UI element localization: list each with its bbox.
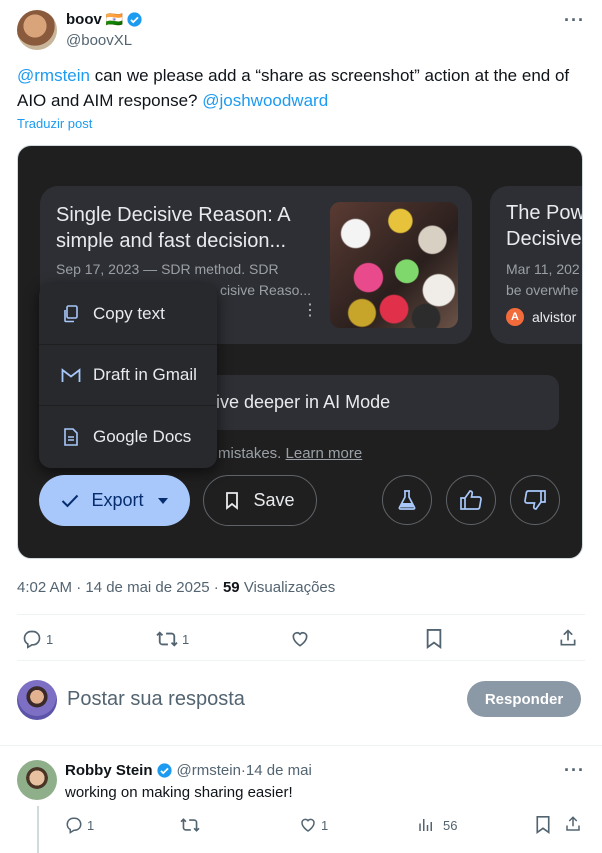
views-count: 59	[222, 579, 240, 596]
thumbs-down-button[interactable]	[510, 475, 560, 525]
author-display-name[interactable]: boov	[66, 11, 102, 28]
flag-emoji: 🇮🇳	[105, 11, 124, 27]
reply-share-action[interactable]	[564, 815, 586, 833]
docs-icon	[61, 427, 81, 447]
flask-icon	[398, 490, 416, 510]
reply-reply-count: 1	[87, 817, 95, 833]
reply-views-count: 56	[443, 817, 458, 833]
disclaimer-text: mistakes.	[218, 445, 286, 462]
check-icon	[62, 494, 79, 507]
menu-draft-gmail[interactable]: Draft in Gmail	[39, 345, 217, 406]
reply-input[interactable]: Postar sua resposta	[67, 688, 457, 711]
reply-thread-line	[37, 806, 39, 853]
menu-google-docs[interactable]: Google Docs	[39, 406, 217, 467]
bookmark-action[interactable]	[425, 629, 447, 649]
dive-deeper-label: ive deeper in AI Mode	[216, 392, 391, 412]
author-handle[interactable]: @boovXL	[66, 32, 132, 49]
dropdown-arrow-icon	[157, 497, 168, 504]
reply-like-count: 1	[321, 817, 329, 833]
reply-button[interactable]: Responder	[467, 681, 581, 717]
repost-icon	[180, 818, 200, 832]
menu-google-docs-label: Google Docs	[93, 426, 192, 446]
thumbs-up-button[interactable]	[446, 475, 496, 525]
reply-like-action[interactable]: 1	[299, 816, 328, 834]
reply-author-avatar[interactable]	[17, 760, 57, 800]
repost-action[interactable]: 1	[156, 629, 189, 649]
learn-more-link[interactable]: Learn more	[286, 445, 363, 462]
divider-2	[17, 660, 585, 661]
author-name-row: boov 🇮🇳	[66, 11, 143, 28]
share-action[interactable]	[558, 628, 582, 648]
card2-source: alvistor	[532, 309, 577, 325]
card1-date-line: Sep 17, 2023 — SDR method. SDR	[56, 261, 279, 277]
card2-snippet: be overwhe	[506, 282, 579, 298]
card2-title-line1: The Pow	[506, 202, 583, 224]
labs-button[interactable]	[382, 475, 432, 525]
card2-date-line: Mar 11, 202	[506, 261, 580, 277]
share-icon	[560, 629, 576, 646]
more-options-icon[interactable]: ···	[564, 10, 585, 31]
reply-date[interactable]: 14 de mai	[246, 762, 312, 779]
card1-title: Single Decisive Reason: A simple and fas…	[56, 204, 290, 252]
thumbs-up-icon	[460, 490, 482, 510]
reply-more-options-icon[interactable]: ···	[564, 760, 585, 781]
export-menu: Copy text Draft in Gmail Google Docs	[39, 284, 217, 468]
current-user-avatar[interactable]	[17, 680, 57, 720]
source-logo-icon: A	[506, 308, 524, 326]
reply-icon	[23, 630, 41, 649]
gmail-icon	[61, 365, 81, 385]
reply-count: 1	[46, 631, 54, 647]
heart-icon	[292, 631, 308, 647]
tweet-meta: 4:02 AM · 14 de mai de 2025 · 59 Visuali…	[17, 579, 335, 596]
tweet-timestamp[interactable]: 4:02 AM · 14 de mai de 2025 ·	[17, 579, 223, 596]
reply-repost-action[interactable]	[180, 816, 204, 834]
verified-badge-icon	[127, 12, 142, 27]
mention-joshwoodward[interactable]: @joshwoodward	[202, 91, 328, 110]
reply-text: working on making sharing easier!	[65, 784, 293, 801]
repost-count: 1	[182, 631, 190, 647]
export-button[interactable]: Export	[39, 475, 190, 526]
bookmark-icon	[536, 816, 550, 834]
tweet-text: @rmstein can we please add a “share as s…	[17, 63, 577, 113]
mention-rmstein[interactable]: @rmstein	[17, 66, 90, 85]
reply-action[interactable]: 1	[22, 629, 53, 649]
menu-copy-text-label: Copy text	[93, 304, 165, 323]
reply-author-handle[interactable]: @rmstein	[177, 762, 241, 779]
card1-snippet: cisive Reaso...	[220, 282, 312, 298]
dice-thumbnail	[330, 202, 458, 328]
analytics-icon	[419, 819, 432, 831]
repost-icon	[156, 631, 178, 647]
card2-title-line2: Decisive	[506, 228, 582, 250]
save-label: Save	[253, 490, 295, 510]
translate-link[interactable]: Traduzir post	[17, 116, 92, 131]
export-label: Export	[91, 490, 144, 510]
heart-icon	[301, 818, 315, 832]
reply-reply-action[interactable]: 1	[65, 816, 94, 834]
copy-icon	[61, 304, 81, 324]
attached-screenshot[interactable]: Single Decisive Reason: A simple and fas…	[17, 145, 583, 559]
reply-views-action[interactable]: 56	[417, 816, 457, 834]
author-avatar[interactable]	[17, 10, 57, 50]
share-icon	[566, 816, 580, 831]
card1-more-icon[interactable]: ⋮	[302, 303, 318, 319]
reply-icon	[66, 817, 82, 834]
reply-bookmark-action[interactable]	[535, 816, 555, 834]
menu-copy-text[interactable]: Copy text	[39, 284, 217, 345]
divider-1	[17, 614, 585, 615]
reply-header: Robby Stein @rmstein · 14 de mai	[65, 762, 312, 779]
like-action[interactable]	[290, 629, 314, 649]
disclaimer: mistakes. Learn more	[218, 445, 362, 462]
reply-author-name[interactable]: Robby Stein	[65, 762, 153, 779]
menu-draft-gmail-label: Draft in Gmail	[93, 365, 197, 384]
divider-3	[0, 745, 602, 746]
result-card-2[interactable]: The Pow Decisive Mar 11, 202 be overwhe …	[490, 186, 583, 344]
bookmark-icon	[226, 491, 239, 510]
views-label: Visualizações	[239, 579, 336, 596]
save-button[interactable]: Save	[203, 475, 317, 526]
bookmark-icon	[426, 629, 442, 649]
verified-badge-icon	[156, 763, 172, 778]
dive-deeper-button[interactable]: ive deeper in AI Mode	[198, 375, 559, 430]
thumbs-down-icon	[524, 490, 546, 510]
